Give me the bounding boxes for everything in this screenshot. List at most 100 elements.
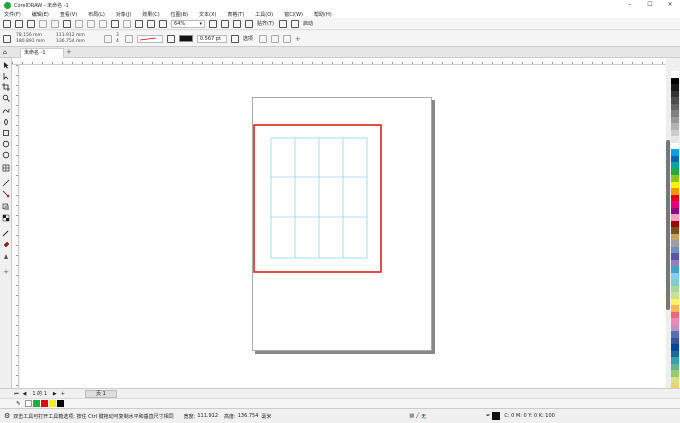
menu-object[interactable]: 对象(J) (116, 11, 131, 18)
eyedropper-icon[interactable]: ✎ (16, 401, 21, 407)
lock-ratio-icon[interactable] (104, 34, 112, 43)
table-selection[interactable] (253, 124, 382, 273)
doc-swatch-black[interactable] (56, 400, 64, 407)
menu-table[interactable]: 表格(T) (227, 11, 244, 18)
table-object (270, 137, 368, 259)
next-page-icon[interactable]: ▶ (53, 391, 57, 397)
transparency-tool-icon[interactable] (2, 214, 10, 222)
cloud-icon[interactable] (39, 19, 47, 28)
to-front-icon[interactable] (270, 34, 279, 43)
show-rulers-icon[interactable] (221, 19, 229, 28)
freehand-tool-icon[interactable] (2, 107, 10, 114)
gear-icon[interactable] (278, 19, 287, 28)
print-icon[interactable] (63, 19, 71, 28)
menu-edit[interactable]: 编辑(E) (32, 11, 49, 18)
gear-icon[interactable]: ⚙ (4, 412, 10, 420)
table-tool-icon[interactable] (2, 164, 10, 172)
outline-style-select[interactable] (136, 34, 163, 43)
vertical-ruler[interactable] (12, 65, 19, 388)
width-value: 111.912 (197, 413, 219, 419)
save-icon[interactable] (27, 19, 35, 28)
text-wrap-icon[interactable] (258, 34, 267, 43)
menu-bitmaps[interactable]: 位图(B) (171, 11, 188, 18)
snap-to-button[interactable]: 贴齐(T) (257, 20, 274, 27)
undo-icon[interactable] (111, 19, 119, 28)
menu-window[interactable]: 窗口(W) (284, 11, 303, 18)
drawing-canvas[interactable] (20, 65, 666, 388)
first-page-icon[interactable]: ⏮ (14, 391, 19, 397)
connector-tool-icon[interactable] (2, 190, 10, 198)
menu-effects[interactable]: 效果(C) (142, 11, 159, 18)
options-button[interactable]: 选项 (243, 35, 253, 42)
height-field[interactable]: 136.754 mm (56, 39, 98, 45)
menu-bar: 文件(F) 编辑(E) 查看(V) 布局(L) 对象(J) 效果(C) 位图(B… (0, 10, 680, 18)
cut-icon[interactable] (75, 19, 83, 28)
new-tab-icon[interactable]: + (66, 48, 72, 56)
page-tab[interactable]: 页 1 (84, 389, 117, 398)
outline-width-select[interactable]: 0.567 pt (196, 34, 227, 43)
add-tool-icon[interactable]: + (2, 268, 10, 276)
crop-tool-icon[interactable] (2, 83, 10, 91)
import-icon[interactable] (135, 19, 143, 28)
y-position-field[interactable]: 180.891 mm (16, 39, 50, 45)
zoom-level-select[interactable]: 64% ▾ (171, 19, 205, 28)
launch-button[interactable]: 启动 (303, 20, 313, 27)
menu-text[interactable]: 文本(X) (199, 11, 216, 18)
pen-icon[interactable]: ✒ (486, 413, 490, 419)
horizontal-ruler[interactable] (12, 58, 666, 65)
drop-shadow-tool-icon[interactable] (2, 203, 10, 210)
show-guidelines-icon[interactable] (245, 19, 253, 28)
artistic-media-tool-icon[interactable] (2, 118, 10, 126)
new-document-icon[interactable] (3, 19, 11, 28)
ellipse-tool-icon[interactable] (2, 140, 10, 148)
close-icon[interactable]: ✕ (660, 0, 680, 10)
palette-swatches (670, 58, 680, 390)
smart-fill-tool-icon[interactable] (2, 253, 10, 260)
export-icon[interactable] (147, 19, 155, 28)
zoom-level-value: 64% (174, 20, 186, 27)
home-icon[interactable]: ⌂ (3, 49, 7, 56)
outline-color-swatch[interactable] (178, 35, 193, 42)
parallel-dimension-tool-icon[interactable] (2, 179, 10, 187)
polygon-tool-icon[interactable] (2, 151, 10, 159)
rectangle-tool-icon[interactable] (2, 129, 10, 136)
menu-file[interactable]: 文件(F) (4, 11, 21, 18)
doc-swatch-red[interactable] (40, 400, 48, 407)
outline-pen-icon[interactable] (166, 34, 175, 43)
show-grid-icon[interactable] (233, 19, 241, 28)
menu-tools[interactable]: 工具(O) (255, 11, 273, 18)
interactive-fill-tool-icon[interactable] (2, 240, 10, 248)
no-outline-icon[interactable]: ╱ (416, 413, 419, 419)
pick-tool-icon[interactable] (2, 61, 10, 69)
cell-merge-icon[interactable] (124, 34, 133, 43)
application-launcher-icon[interactable] (290, 19, 299, 28)
outline-color-indicator[interactable] (492, 412, 501, 420)
publish-pdf-icon[interactable] (159, 19, 167, 28)
full-screen-icon[interactable] (209, 19, 217, 28)
add-page-icon[interactable]: + (61, 391, 65, 397)
copy-icon[interactable] (87, 19, 95, 28)
redo-icon[interactable] (123, 19, 131, 28)
fill-none-icon[interactable]: ▨ (409, 413, 414, 419)
menu-view[interactable]: 查看(V) (60, 11, 77, 18)
eyedropper-tool-icon[interactable] (2, 229, 10, 237)
table-rows-field[interactable]: 4 (116, 39, 119, 45)
menu-layout[interactable]: 布局(L) (88, 11, 105, 18)
maximize-icon[interactable]: ☐ (640, 0, 660, 10)
table-borders-icon[interactable] (230, 34, 239, 43)
tab-document[interactable]: 未命名 -1 (20, 48, 64, 58)
minimize-icon[interactable]: – (620, 0, 640, 10)
object-origin-icon[interactable] (3, 34, 11, 43)
zoom-tool-icon[interactable] (2, 94, 10, 102)
add-icon[interactable]: + (295, 35, 301, 43)
doc-swatch-green[interactable] (32, 400, 40, 407)
prev-page-icon[interactable]: ◀ (23, 391, 27, 397)
upload-icon[interactable] (51, 19, 59, 28)
to-back-icon[interactable] (282, 34, 291, 43)
paste-icon[interactable] (99, 19, 107, 28)
doc-swatch-yellow[interactable] (48, 400, 56, 407)
menu-help[interactable]: 帮助(H) (314, 11, 332, 18)
shape-tool-icon[interactable] (2, 72, 10, 80)
open-folder-icon[interactable] (15, 19, 23, 28)
no-color-swatch[interactable] (24, 400, 32, 407)
